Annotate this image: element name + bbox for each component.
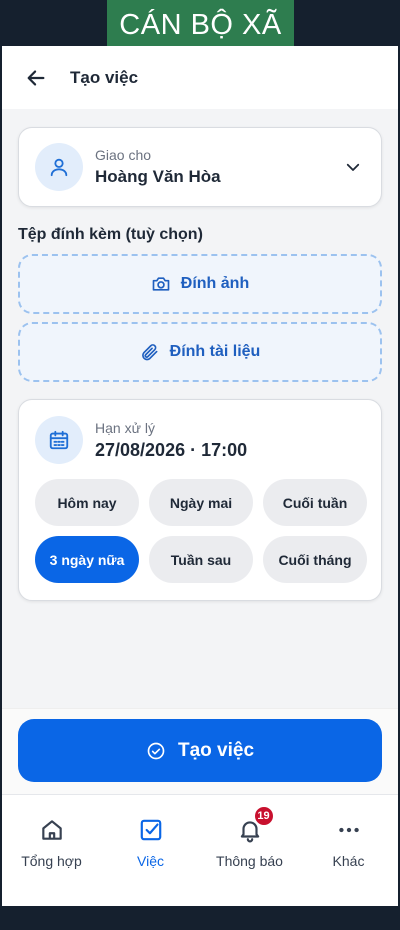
nav-item-notifications[interactable]: 19 Thông báo <box>200 795 299 906</box>
attach-photo-label: Đính ảnh <box>180 275 250 292</box>
chevron-down-icon <box>346 163 360 171</box>
nav-icon-wrap <box>334 815 364 845</box>
home-icon <box>41 820 62 840</box>
deadline-label: Hạn xử lý <box>95 419 155 436</box>
assignee-name: Hoàng Văn Hòa <box>95 167 221 186</box>
assignee-avatar <box>35 143 83 191</box>
calendar-icon <box>49 430 69 450</box>
app-screen: Tạo việc Giao cho Hoàng Văn Hòa Tệp đính… <box>2 46 398 906</box>
chip-next-week[interactable]: Tuần sau <box>149 536 253 583</box>
camera-icon <box>152 277 170 291</box>
create-task-button[interactable]: Tạo việc <box>18 719 382 782</box>
assignee-label: Giao cho <box>95 147 152 163</box>
deadline-chips: Hôm nay Ngày mai Cuối tuần 3 ngày nữa Tu… <box>35 479 367 583</box>
nav-icon-wrap: 19 <box>235 805 275 845</box>
notification-badge: 19 <box>252 805 275 827</box>
assignee-select[interactable]: Giao cho Hoàng Văn Hòa <box>18 127 382 207</box>
nav-item-more[interactable]: Khác <box>299 795 398 906</box>
page-title: Tạo việc <box>70 67 139 87</box>
arrow-left-icon <box>27 69 45 86</box>
check-circle-icon <box>147 742 165 759</box>
paperclip-icon <box>141 344 158 361</box>
chip-weekend[interactable]: Cuối tuần <box>263 479 367 526</box>
top-bar: Tạo việc <box>2 46 398 109</box>
create-task-label: Tạo việc <box>177 739 255 761</box>
nav-item-tasks[interactable]: Việc <box>101 795 200 906</box>
more-icon <box>338 827 359 833</box>
nav-label-notifications: Thông báo <box>216 853 283 869</box>
back-button[interactable] <box>22 64 50 92</box>
chip-end-of-month[interactable]: Cuối tháng <box>263 536 367 583</box>
deadline-card: Hạn xử lý 27/08/2026 · 17:00 Hôm nay Ngà… <box>18 399 382 601</box>
attachments-label: Tệp đính kèm (tuỳ chọn) <box>18 226 203 243</box>
nav-label-more: Khác <box>332 853 365 869</box>
chip-today[interactable]: Hôm nay <box>35 479 139 526</box>
user-icon <box>50 158 68 177</box>
nav-label-overview: Tổng hợp <box>21 853 82 869</box>
role-banner: CÁN BỘ XÃ <box>107 0 294 50</box>
assignee-text: Giao cho Hoàng Văn Hòa <box>95 147 341 187</box>
nav-label-tasks: Việc <box>137 853 164 869</box>
chip-three-days[interactable]: 3 ngày nữa <box>35 536 139 583</box>
nav-icon-wrap <box>136 815 166 845</box>
nav-item-overview[interactable]: Tổng hợp <box>2 795 101 906</box>
deadline-icon-wrap <box>35 416 83 464</box>
nav-icon-wrap <box>37 815 67 845</box>
attach-document-button[interactable]: Đính tài liệu <box>18 322 382 382</box>
attach-document-label: Đính tài liệu <box>169 343 261 360</box>
deadline-header[interactable]: Hạn xử lý 27/08/2026 · 17:00 <box>35 416 247 464</box>
deadline-text: Hạn xử lý 27/08/2026 · 17:00 <box>95 420 247 461</box>
bottom-nav: Tổng hợp Việc 19 Thông báo Khác <box>2 794 398 906</box>
checkbox-icon <box>140 819 161 841</box>
attach-photo-button[interactable]: Đính ảnh <box>18 254 382 314</box>
chip-tomorrow[interactable]: Ngày mai <box>149 479 253 526</box>
deadline-value: 27/08/2026 · 17:00 <box>95 439 248 460</box>
dropdown-toggle[interactable] <box>341 155 365 179</box>
